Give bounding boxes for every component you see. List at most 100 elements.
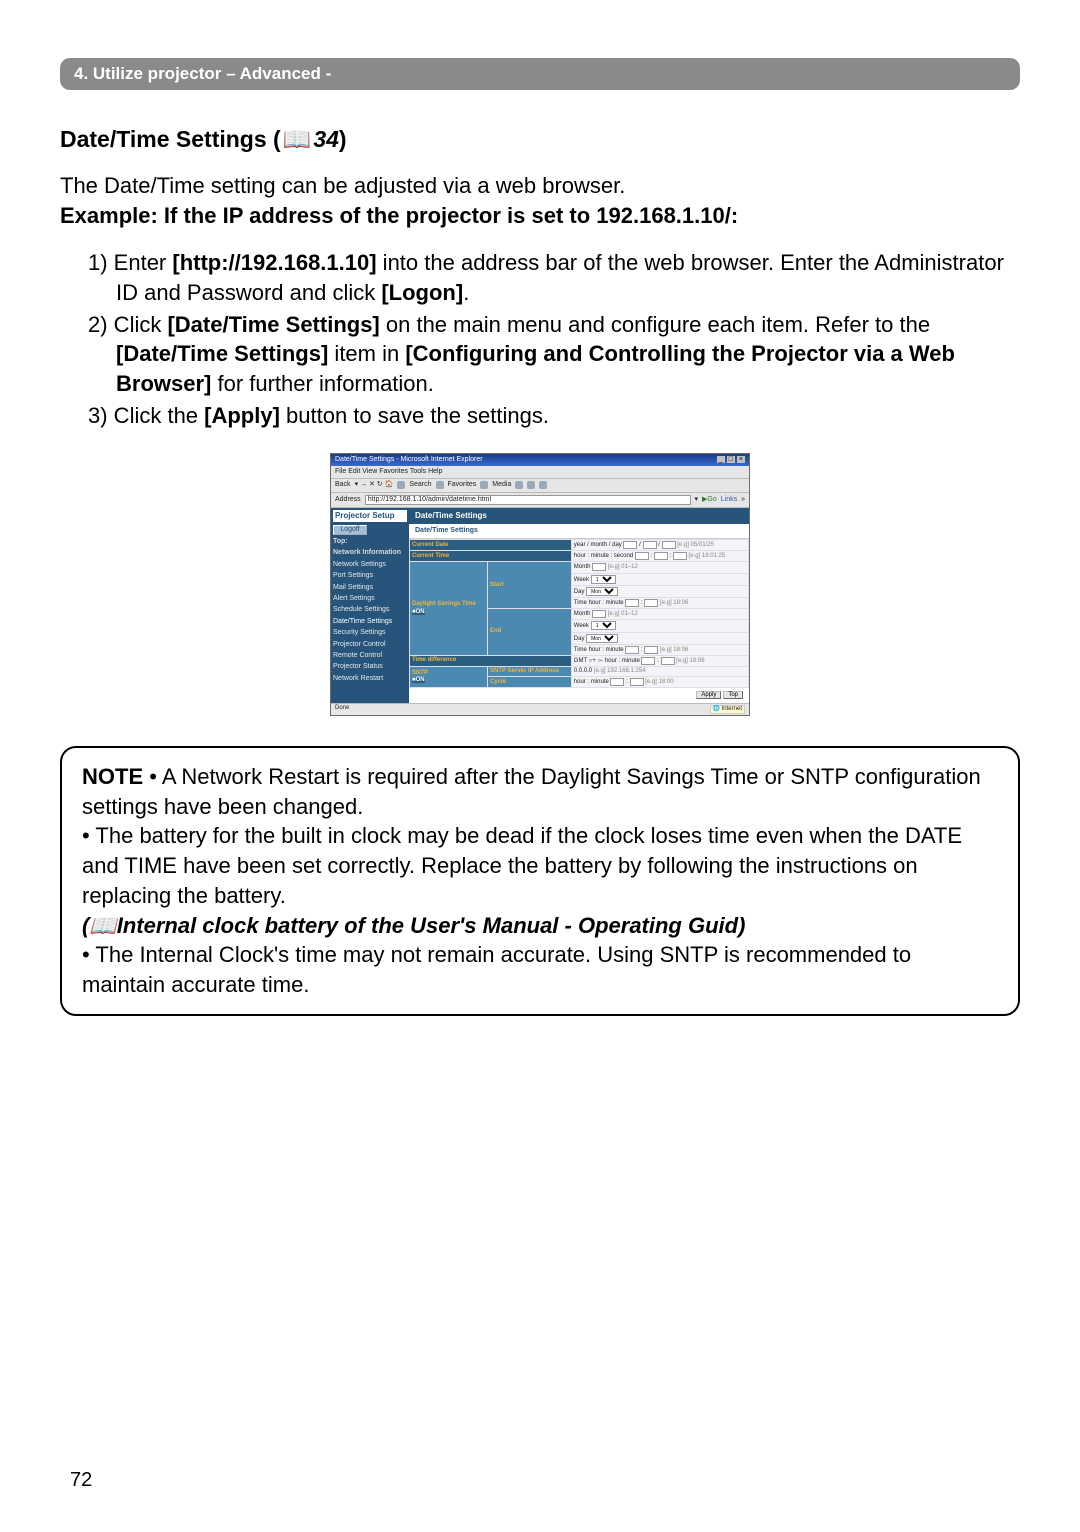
sidebar-item-alert-settings[interactable]: Alert Settings (333, 595, 407, 603)
sntp-on-checkbox[interactable]: ■ON (412, 677, 425, 683)
end-day: Day Mon (571, 632, 748, 644)
sidebar-item-projector-status[interactable]: Projector Status (333, 663, 407, 671)
t: Enter (108, 250, 173, 275)
t: [Apply] (204, 403, 280, 428)
dst-on-checkbox[interactable]: ■ON (412, 609, 425, 615)
status-left: Done (335, 705, 349, 714)
print-icon[interactable] (539, 481, 547, 489)
gmt-hour-input[interactable] (641, 657, 655, 665)
section-title: Date/Time Settings (📖34) (60, 126, 1020, 153)
t: . (463, 280, 469, 305)
row-dst-end: End (488, 609, 572, 656)
apply-button[interactable]: Apply (696, 691, 721, 699)
page-number: 72 (70, 1469, 92, 1492)
gmt-min-input[interactable] (661, 657, 675, 665)
sidebar-item-security-settings[interactable]: Security Settings (333, 629, 407, 637)
start-day-select[interactable]: Mon (586, 587, 618, 596)
toolbar[interactable]: Back ▾ → ✕ ↻ 🏠 Search Favorites Media (331, 479, 749, 492)
cycle-min-input[interactable] (630, 678, 644, 686)
end-day-select[interactable]: Mon (586, 634, 618, 643)
row-time-diff: Time difference (410, 655, 572, 666)
year-input[interactable] (623, 541, 637, 549)
status-right: 🌐 Internet (710, 705, 746, 714)
cycle-hour-input[interactable] (610, 678, 624, 686)
sidebar-item-projector-control[interactable]: Projector Control (333, 641, 407, 649)
title-suffix: ) (339, 126, 347, 152)
back-button[interactable]: Back (335, 481, 351, 489)
media-button[interactable]: Media (492, 481, 511, 489)
intro-line2: Example: If the IP address of the projec… (60, 203, 738, 228)
start-hour-input[interactable] (625, 599, 639, 607)
sidebar-item-schedule-settings[interactable]: Schedule Settings (333, 606, 407, 614)
t: [Logon] (381, 280, 463, 305)
eg: [e.g] 192.168.1.254 (594, 668, 646, 674)
book-icon: 📖 (283, 126, 312, 152)
end-hour-input[interactable] (625, 646, 639, 654)
start-week-select[interactable]: 1 (591, 575, 616, 584)
row-current-time: Current Time (410, 551, 572, 562)
end-month-input[interactable] (592, 610, 606, 618)
sidebar-item-network-settings[interactable]: Network Settings (333, 561, 407, 569)
end-week-select[interactable]: 1 (591, 621, 616, 630)
start-month-input[interactable] (592, 563, 606, 571)
day-input[interactable] (662, 541, 676, 549)
top-button[interactable]: Top (723, 691, 743, 699)
start-time: Time hour : minute : [e.g] 18:06 (571, 597, 748, 608)
address-input[interactable]: http://192.168.1.10/admin/datetime.html (365, 495, 691, 505)
header-bar: 4. Utilize projector – Advanced - (60, 58, 1020, 90)
timediff-cell: GMT ○+ ○- hour : minute : [e.g] 18:06 (571, 655, 748, 666)
menubar[interactable]: File Edit View Favorites Tools Help (331, 466, 749, 479)
note-ref: (📖Internal clock battery of the User's M… (82, 913, 745, 938)
sidebar-item-network-restart[interactable]: Network Restart (333, 675, 407, 683)
minimize-icon[interactable]: _ (717, 456, 725, 463)
minute-input[interactable] (654, 552, 668, 560)
favorites-icon[interactable] (436, 481, 444, 489)
favorites-button[interactable]: Favorites (448, 481, 477, 489)
sidebar-item-datetime-settings[interactable]: Date/Time Settings (333, 618, 407, 626)
eg: [e.g] 18:06 (660, 600, 688, 606)
start-min-input[interactable] (644, 599, 658, 607)
address-label: Address (335, 496, 361, 504)
step-3: 3) Click the [Apply] button to save the … (88, 401, 1020, 431)
links-menu[interactable]: Links (721, 496, 737, 504)
end-min-input[interactable] (644, 646, 658, 654)
go-button[interactable]: ▶Go (702, 496, 717, 504)
media-icon[interactable] (480, 481, 488, 489)
search-icon[interactable] (397, 481, 405, 489)
step-num: 2) (88, 312, 108, 337)
hour-input[interactable] (635, 552, 649, 560)
row-current-date: Current Date (410, 540, 572, 551)
maximize-icon[interactable]: □ (727, 456, 735, 463)
note-p2: • The battery for the built in clock may… (82, 823, 962, 907)
steps-list: 1) Enter [http://192.168.1.10] into the … (60, 248, 1020, 430)
step-num: 3) (88, 403, 108, 428)
eg: [e.g] 01–12 (608, 611, 638, 617)
close-icon[interactable]: × (737, 456, 745, 463)
row-cycle: Cycle (488, 677, 572, 688)
history-icon[interactable] (515, 481, 523, 489)
window-title: Date/Time Settings - Microsoft Internet … (335, 456, 483, 464)
sidebar-top[interactable]: Top: (333, 538, 407, 546)
start-day: Day Mon (571, 585, 748, 597)
search-button[interactable]: Search (409, 481, 431, 489)
second-input[interactable] (673, 552, 687, 560)
month-input[interactable] (643, 541, 657, 549)
label: year / month / day (574, 542, 622, 548)
l: hour : minute (605, 658, 640, 664)
window-titlebar: Date/Time Settings - Microsoft Internet … (331, 454, 749, 466)
book-icon: 📖 (89, 913, 116, 938)
eg: [e.g] 18:06 (660, 647, 688, 653)
l: Month (574, 611, 591, 617)
step-1: 1) Enter [http://192.168.1.10] into the … (88, 248, 1020, 307)
sidebar-item-port-settings[interactable]: Port Settings (333, 572, 407, 580)
row-sntp-server: SNTP Server IP Address (488, 667, 572, 677)
mail-icon[interactable] (527, 481, 535, 489)
sidebar-item-mail-settings[interactable]: Mail Settings (333, 584, 407, 592)
step-num: 1) (88, 250, 108, 275)
dst-label: Daylight Savings Time (412, 601, 476, 607)
sidebar-network-info[interactable]: Network Information (333, 549, 407, 557)
sidebar: Projector Setup Logoff Top: Network Info… (331, 508, 409, 703)
sidebar-item-remote-control[interactable]: Remote Control (333, 652, 407, 660)
logoff-button[interactable]: Logoff (333, 525, 367, 535)
t: item in (328, 341, 405, 366)
